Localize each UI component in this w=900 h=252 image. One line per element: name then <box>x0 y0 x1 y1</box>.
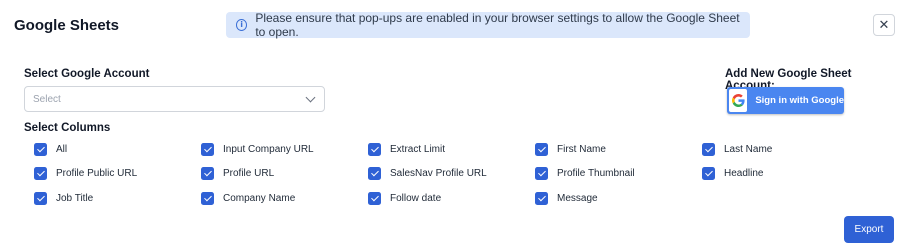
popup-notice-text: Please ensure that pop-ups are enabled i… <box>255 11 740 39</box>
column-label: Job Title <box>56 193 94 204</box>
export-button[interactable]: Export <box>844 216 894 243</box>
checkbox-checked-icon <box>368 192 381 205</box>
column-label: Follow date <box>390 193 442 204</box>
checkbox-checked-icon <box>368 167 381 180</box>
column-checkbox-input-company-url[interactable]: Input Company URL <box>201 143 314 156</box>
column-checkbox-follow-date[interactable]: Follow date <box>368 192 441 205</box>
checkbox-checked-icon <box>702 143 715 156</box>
chevron-down-icon <box>305 92 316 102</box>
select-account-label: Select Google Account <box>24 68 150 80</box>
popup-notice: i Please ensure that pop-ups are enabled… <box>226 11 750 39</box>
info-icon: i <box>236 19 248 31</box>
sign-in-google-label: Sign in with Google <box>755 95 844 106</box>
column-checkbox-profile-url[interactable]: Profile URL <box>201 167 274 180</box>
checkbox-checked-icon <box>201 143 214 156</box>
checkbox-checked-icon <box>201 192 214 205</box>
google-sheets-dialog: Google Sheets i Please ensure that pop-u… <box>0 0 900 252</box>
column-label: Message <box>557 193 598 204</box>
column-checkbox-profile-thumbnail[interactable]: Profile Thumbnail <box>535 167 635 180</box>
column-label: Profile Public URL <box>56 168 138 179</box>
checkbox-checked-icon <box>702 167 715 180</box>
column-label: First Name <box>557 144 606 155</box>
column-checkbox-first-name[interactable]: First Name <box>535 143 606 156</box>
account-select-placeholder: Select <box>33 93 61 105</box>
column-label: SalesNav Profile URL <box>390 168 487 179</box>
column-label: All <box>56 144 68 155</box>
checkbox-checked-icon <box>34 192 47 205</box>
account-select[interactable]: Select <box>24 86 325 112</box>
column-checkbox-salesnav-profile-url[interactable]: SalesNav Profile URL <box>368 167 487 180</box>
column-label: Profile Thumbnail <box>557 168 635 179</box>
column-checkbox-profile-public-url[interactable]: Profile Public URL <box>34 167 137 180</box>
column-checkbox-last-name[interactable]: Last Name <box>702 143 772 156</box>
checkbox-checked-icon <box>368 143 381 156</box>
checkbox-checked-icon <box>34 167 47 180</box>
column-checkbox-message[interactable]: Message <box>535 192 598 205</box>
checkbox-checked-icon <box>535 143 548 156</box>
column-checkbox-all[interactable]: All <box>34 143 67 156</box>
column-label: Input Company URL <box>223 144 314 155</box>
checkbox-checked-icon <box>535 167 548 180</box>
column-label: Headline <box>724 168 764 179</box>
checkbox-checked-icon <box>535 192 548 205</box>
checkbox-checked-icon <box>34 143 47 156</box>
sign-in-google-button[interactable]: Sign in with Google <box>727 87 844 114</box>
close-button[interactable]: ✕ <box>873 14 895 36</box>
select-columns-label: Select Columns <box>24 122 111 134</box>
column-label: Last Name <box>724 144 773 155</box>
column-checkbox-job-title[interactable]: Job Title <box>34 192 93 205</box>
column-label: Extract Limit <box>390 144 446 155</box>
google-logo-icon <box>729 89 748 112</box>
column-checkbox-headline[interactable]: Headline <box>702 167 763 180</box>
checkbox-checked-icon <box>201 167 214 180</box>
column-checkbox-extract-limit[interactable]: Extract Limit <box>368 143 445 156</box>
close-icon: ✕ <box>878 17 890 33</box>
dialog-title: Google Sheets <box>14 17 120 34</box>
column-label: Company Name <box>223 193 296 204</box>
column-label: Profile URL <box>223 168 275 179</box>
column-checkbox-company-name[interactable]: Company Name <box>201 192 295 205</box>
